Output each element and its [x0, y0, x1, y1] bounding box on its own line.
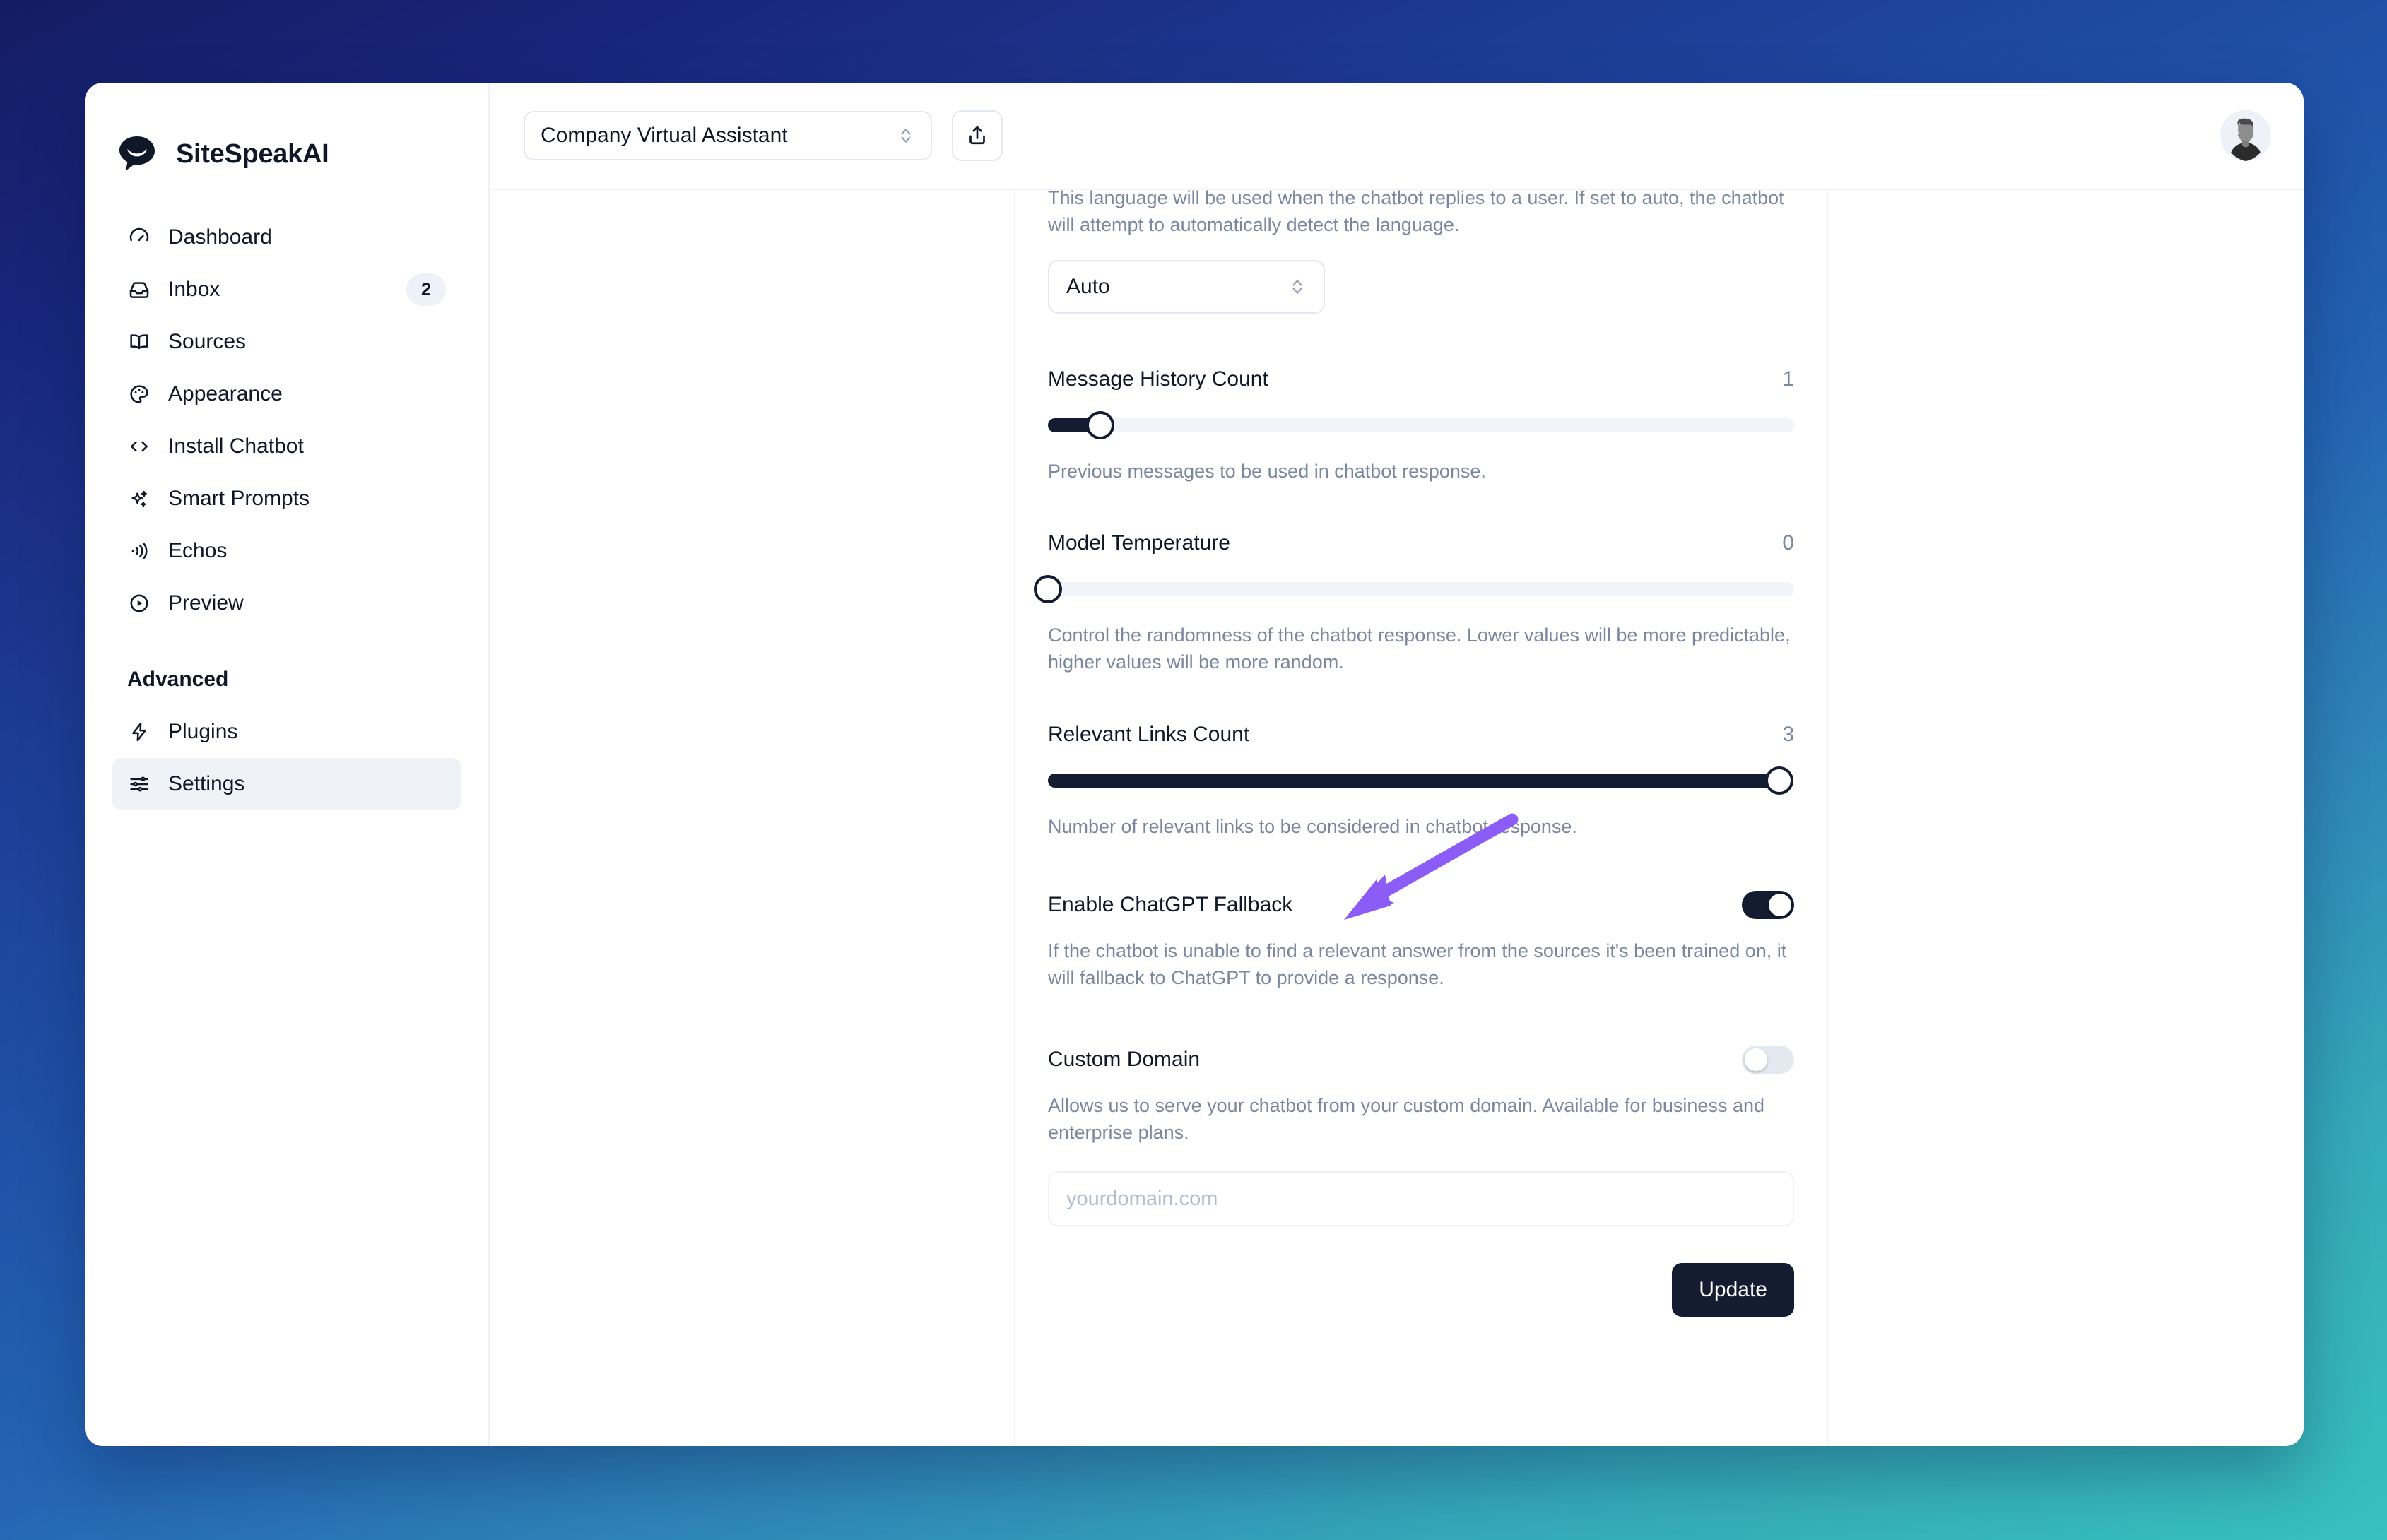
chatbot-select[interactable]: Company Virtual Assistant — [524, 111, 932, 160]
share-button[interactable] — [952, 110, 1003, 161]
custom-domain-help: Allows us to serve your chatbot from you… — [1048, 1094, 1765, 1143]
brand: SiteSpeakAI — [85, 83, 488, 189]
relevant-links-count-label: Relevant Links Count — [1048, 722, 1250, 746]
message-history-count-label: Message History Count — [1048, 367, 1268, 391]
model-temperature-value: 0 — [1782, 531, 1794, 555]
book-open-icon — [127, 330, 151, 354]
sidebar-item-inbox[interactable]: Inbox 2 — [112, 263, 461, 316]
inbox-icon — [127, 278, 151, 302]
sidebar-item-dashboard[interactable]: Dashboard — [112, 211, 461, 263]
chatgpt-fallback-toggle[interactable] — [1742, 890, 1794, 919]
field-default-language: Default Language This language will be u… — [1015, 190, 1827, 314]
sidebar-item-appearance[interactable]: Appearance — [112, 368, 461, 420]
chevron-updown-icon — [1288, 275, 1307, 299]
share-upload-icon — [965, 123, 989, 149]
message-history-count-slider[interactable] — [1048, 410, 1794, 439]
field-model-temperature: Model Temperature 0 Control the randomne… — [1015, 531, 1827, 676]
topbar: Company Virtual Assistant — [490, 83, 2304, 190]
settings-scroll-area: Default Language This language will be u… — [490, 190, 2304, 1446]
field-custom-domain: Custom Domain Allows us to serve your ch… — [1015, 1045, 1827, 1227]
slider-thumb[interactable] — [1085, 410, 1114, 439]
model-temperature-help: Control the randomness of the chatbot re… — [1048, 624, 1791, 673]
play-circle-icon — [127, 591, 151, 615]
sidebar-item-echos[interactable]: Echos — [112, 525, 461, 577]
slider-track — [1048, 581, 1794, 596]
sidebar-item-label: Settings — [168, 772, 245, 795]
sidebar-item-label: Install Chatbot — [168, 434, 304, 458]
field-relevant-links-count: Relevant Links Count 3 Number of relevan… — [1015, 723, 1827, 840]
sidebar-item-label: Smart Prompts — [168, 487, 310, 510]
settings-card: Default Language This language will be u… — [1014, 190, 1828, 1446]
custom-domain-input[interactable] — [1048, 1171, 1794, 1227]
default-language-value: Auto — [1066, 274, 1110, 298]
speech-bubble-logo-icon — [117, 134, 158, 174]
slider-thumb[interactable] — [1764, 766, 1793, 795]
sidebar-item-plugins[interactable]: Plugins — [112, 706, 461, 758]
sidebar-item-preview[interactable]: Preview — [112, 577, 461, 629]
sidebar-item-label: Sources — [168, 330, 247, 353]
sidebar-item-label: Inbox — [168, 278, 220, 301]
sidebar-item-label: Appearance — [168, 382, 283, 405]
chevron-updown-icon — [897, 124, 915, 148]
default-language-help: This language will be used when the chat… — [1048, 190, 1784, 236]
update-button[interactable]: Update — [1672, 1263, 1794, 1317]
custom-domain-toggle[interactable] — [1742, 1045, 1794, 1074]
slider-thumb[interactable] — [1034, 574, 1062, 603]
sidebar-item-label: Echos — [168, 539, 228, 562]
relevant-links-count-value: 3 — [1782, 722, 1794, 746]
relevant-links-count-slider[interactable] — [1048, 766, 1794, 795]
model-temperature-slider[interactable] — [1034, 574, 1794, 603]
app-window: SiteSpeakAI Dashboard Inbox 2 Sources Ap… — [85, 83, 2304, 1446]
sidebar-item-smart-prompts[interactable]: Smart Prompts — [112, 473, 461, 525]
message-history-count-help: Previous messages to be used in chatbot … — [1048, 460, 1486, 482]
field-chatgpt-fallback: Enable ChatGPT Fallback If the chatbot i… — [1015, 890, 1827, 992]
sidebar-item-label: Plugins — [168, 720, 238, 743]
model-temperature-label: Model Temperature — [1048, 531, 1230, 555]
slider-track — [1048, 417, 1794, 432]
sidebar: SiteSpeakAI Dashboard Inbox 2 Sources Ap… — [85, 83, 490, 1446]
sidebar-group-advanced: Advanced — [127, 668, 229, 691]
sidebar-item-install-chatbot[interactable]: Install Chatbot — [112, 420, 461, 473]
sidebar-item-settings[interactable]: Settings — [112, 758, 461, 810]
relevant-links-count-help: Number of relevant links to be considere… — [1048, 815, 1577, 837]
chatbot-select-value: Company Virtual Assistant — [541, 124, 788, 147]
avatar[interactable] — [2220, 110, 2271, 161]
chatgpt-fallback-help: If the chatbot is unable to find a relev… — [1048, 940, 1787, 989]
main-area: Company Virtual Assistant This language … — [490, 83, 2304, 1446]
slider-track-fill — [1048, 773, 1779, 788]
field-message-history-count: Message History Count 1 Previous message… — [1015, 367, 1827, 485]
brand-name: SiteSpeakAI — [176, 138, 329, 169]
custom-domain-label: Custom Domain — [1048, 1047, 1201, 1071]
sidebar-nav: Dashboard Inbox 2 Sources Appearance Ins… — [85, 189, 488, 810]
sliders-icon — [127, 772, 151, 796]
inbox-badge: 2 — [406, 273, 446, 306]
code-brackets-icon — [127, 434, 151, 458]
default-language-select[interactable]: Auto — [1048, 259, 1325, 314]
sparkles-icon — [127, 487, 151, 511]
sidebar-item-label: Preview — [168, 591, 244, 615]
broadcast-icon — [127, 539, 151, 563]
sidebar-item-label: Dashboard — [168, 225, 272, 249]
gauge-icon — [127, 225, 151, 249]
lightning-icon — [127, 720, 151, 744]
chatgpt-fallback-label: Enable ChatGPT Fallback — [1048, 892, 1293, 916]
toggle-knob — [1769, 893, 1791, 916]
update-row: Update — [1015, 1263, 1827, 1317]
message-history-count-value: 1 — [1782, 367, 1794, 391]
palette-icon — [127, 382, 151, 406]
sidebar-item-sources[interactable]: Sources — [112, 316, 461, 368]
toggle-knob — [1745, 1048, 1767, 1071]
